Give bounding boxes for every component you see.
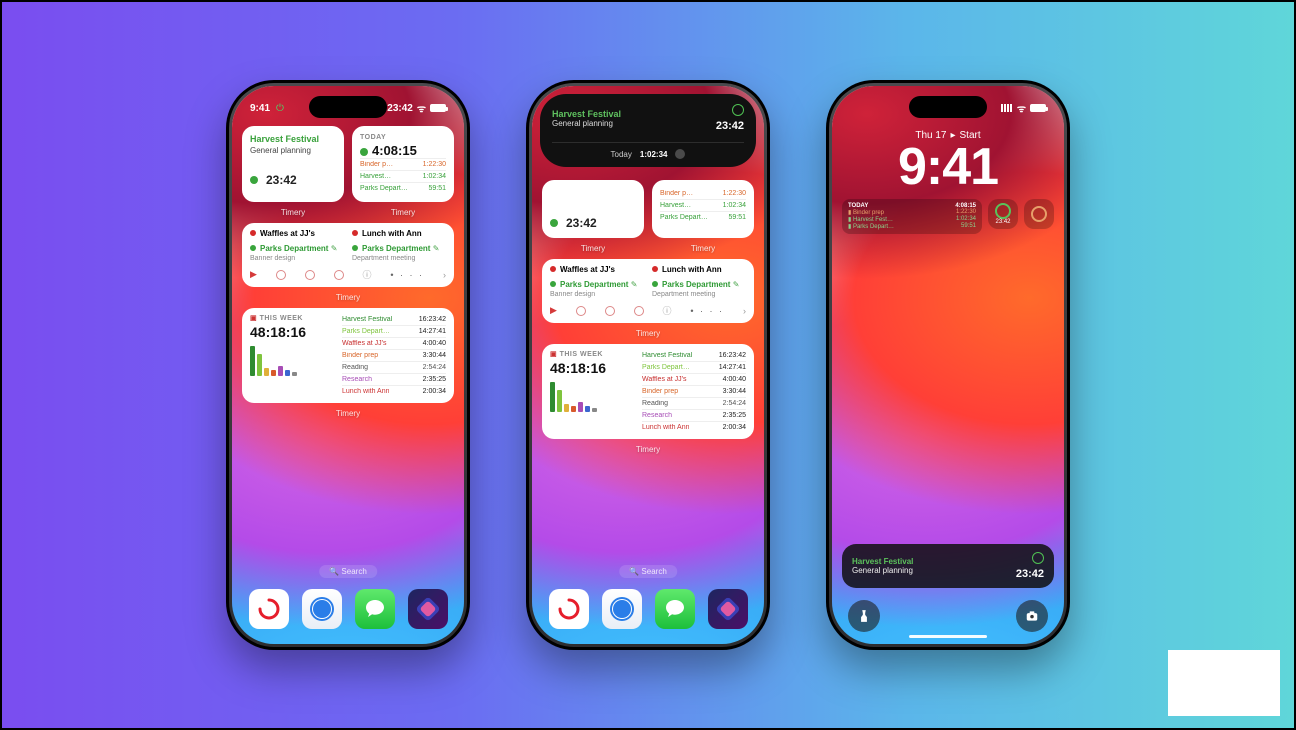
app-icon-timery[interactable] xyxy=(549,589,589,629)
week-item: Waffles at JJ's4:00:40 xyxy=(342,337,446,349)
saved-timer[interactable]: Parks Department ✎Department meeting xyxy=(652,280,746,298)
home-widgets: 23:42 Binder p…1:22:30 Harvest…1:02:34 P… xyxy=(532,86,764,644)
play-icon[interactable]: ▶ xyxy=(250,269,257,280)
circle-icon xyxy=(250,230,256,236)
lock-widget-today[interactable]: TODAY4:08:15 ▮ Binder prep1:22:30 ▮ Harv… xyxy=(842,199,982,234)
widget-current-timer[interactable]: 23:42 xyxy=(542,180,644,238)
today-item: Binder p…1:22:30 xyxy=(660,188,746,199)
stop-icon[interactable] xyxy=(1032,552,1044,564)
record-icon xyxy=(250,176,258,184)
lock-widget-timer-ring[interactable]: 23:42 xyxy=(988,199,1018,229)
week-item: Research2:35:25 xyxy=(342,373,446,385)
saved-timer[interactable]: Lunch with Ann xyxy=(352,229,446,238)
ring-icon xyxy=(1031,206,1047,222)
spotlight-search[interactable]: 🔍 Search xyxy=(319,565,377,578)
widget-week-report[interactable]: ▣ THIS WEEK 48:18:16 Harvest Festival16:… xyxy=(242,308,454,403)
info-icon[interactable]: ⓘ xyxy=(662,304,671,317)
app-icon-shortcuts[interactable] xyxy=(408,589,448,629)
today-item: Binder p…1:22:30 xyxy=(360,158,446,170)
today-item: Parks Department59:51 xyxy=(660,211,746,223)
saved-timer[interactable]: Waffles at JJ's xyxy=(550,265,644,274)
widget-week-report[interactable]: ▣ THIS WEEK 48:18:16 Harvest Festival16:… xyxy=(542,344,754,439)
spotlight-search[interactable]: 🔍 Search xyxy=(619,565,677,578)
circle-icon xyxy=(352,245,358,251)
saved-timer[interactable]: Waffles at JJ's xyxy=(250,229,344,238)
record-icon xyxy=(550,219,558,227)
today-item: Harvest…1:02:34 xyxy=(660,199,746,211)
lock-time: 9:41 xyxy=(832,141,1064,193)
overlay-box xyxy=(1168,650,1280,716)
week-bar-chart xyxy=(250,344,334,376)
saved-timer[interactable]: Parks Department ✎Banner design xyxy=(250,244,344,262)
timer-icon[interactable] xyxy=(334,270,344,280)
widget-saved-timers[interactable]: Waffles at JJ's Parks Department ✎Banner… xyxy=(542,259,754,323)
app-icon-messages[interactable] xyxy=(655,589,695,629)
home-widgets: Harvest Festival General planning 23:42 … xyxy=(232,86,464,644)
app-icon-shortcuts[interactable] xyxy=(708,589,748,629)
phone-homescreen: 9:41 ⏻ 23:42 ᯤ Harvest Festival General … xyxy=(226,80,470,650)
app-icon-timery[interactable] xyxy=(249,589,289,629)
widget-saved-timers[interactable]: Waffles at JJ's Parks Department ✎Banner… xyxy=(242,223,454,287)
timer-icon[interactable] xyxy=(305,270,315,280)
info-icon[interactable]: ⓘ xyxy=(362,268,371,281)
more-icon[interactable]: › xyxy=(743,306,746,316)
home-indicator[interactable] xyxy=(909,635,987,638)
week-item: Harvest Festival16:23:42 xyxy=(342,314,446,325)
widget-current-timer[interactable]: Harvest Festival General planning 23:42 xyxy=(242,126,344,202)
camera-button[interactable] xyxy=(1016,600,1048,632)
timer-icon[interactable] xyxy=(605,306,615,316)
page-dots: • · · · xyxy=(390,270,424,280)
more-icon[interactable]: › xyxy=(443,270,446,280)
today-item: Parks Department59:51 xyxy=(360,182,446,194)
timer-icon[interactable] xyxy=(576,306,586,316)
timer-icon[interactable] xyxy=(634,306,644,316)
lock-widget-extra[interactable] xyxy=(1024,199,1054,229)
week-bar-chart xyxy=(550,380,634,412)
dock xyxy=(242,584,454,634)
week-item: Binder prep3:30:44 xyxy=(342,349,446,361)
circle-icon xyxy=(352,230,358,236)
flashlight-button[interactable] xyxy=(848,600,880,632)
widget-today-summary[interactable]: Binder p…1:22:30 Harvest…1:02:34 Parks D… xyxy=(652,180,754,238)
promo-stage: 9:41 ⏻ 23:42 ᯤ Harvest Festival General … xyxy=(0,0,1296,730)
app-icon-messages[interactable] xyxy=(355,589,395,629)
timer-icon[interactable] xyxy=(276,270,286,280)
app-icon-safari[interactable] xyxy=(602,589,642,629)
dock xyxy=(542,584,754,634)
current-elapsed: 23:42 xyxy=(266,173,297,187)
saved-timer[interactable]: Parks Department ✎Department meeting xyxy=(352,244,446,262)
today-item: Harvest…1:02:34 xyxy=(360,170,446,182)
lock-live-activity[interactable]: Harvest Festival General planning 23:42 xyxy=(842,544,1054,588)
week-item: Lunch with Ann2:00:34 xyxy=(342,385,446,397)
saved-timer[interactable]: Lunch with Ann xyxy=(652,265,746,274)
week-item: Reading2:54:24 xyxy=(342,361,446,373)
play-icon[interactable]: ▶ xyxy=(550,305,557,316)
saved-timer[interactable]: Parks Department ✎Banner design xyxy=(550,280,644,298)
app-icon-safari[interactable] xyxy=(302,589,342,629)
page-dots: • · · · xyxy=(690,306,724,316)
week-item: Parks Departmen…14:27:41 xyxy=(342,325,446,337)
phone-lockscreen: ᯤ Thu 17 ▸ Start 9:41 TODAY4:08:15 xyxy=(826,80,1070,650)
widget-today-summary[interactable]: TODAY 4:08:15 Binder p…1:22:30 Harvest…1… xyxy=(352,126,454,202)
ring-icon xyxy=(995,203,1011,219)
circle-icon xyxy=(250,245,256,251)
record-icon xyxy=(360,148,368,156)
phone-dynamic-island-expanded: Harvest Festival General planning 23:42 … xyxy=(526,80,770,650)
